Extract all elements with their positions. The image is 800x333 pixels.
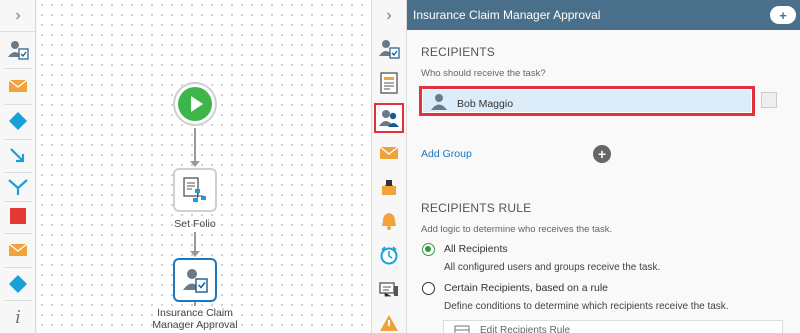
add-button[interactable]: +	[770, 6, 796, 24]
user-task-icon	[183, 269, 208, 293]
diamond-icon[interactable]	[6, 109, 30, 133]
rule-hint: Add logic to determine who receives the …	[421, 224, 613, 235]
email-icon[interactable]	[6, 238, 30, 262]
actions-icon[interactable]	[374, 172, 404, 202]
warning-icon[interactable]	[374, 308, 404, 333]
user-task-label-line2: Manager Approval	[152, 319, 238, 331]
user-task-label: Insurance Claim Manager Approval	[135, 307, 255, 331]
rule-title: RECIPIENTS RULE	[421, 201, 532, 215]
panel-header: Insurance Claim Manager Approval +	[407, 0, 800, 30]
recipient-name: Bob Maggio	[457, 98, 514, 110]
stop-icon[interactable]	[6, 204, 30, 228]
notification-icon[interactable]	[374, 138, 404, 168]
user-task-icon[interactable]	[6, 38, 30, 62]
toolbox: › i	[0, 0, 36, 333]
email-icon[interactable]	[6, 74, 30, 98]
all-recipients-desc: All configured users and groups receive …	[444, 262, 661, 273]
play-icon	[178, 87, 212, 121]
recipient-edit-box[interactable]	[761, 92, 777, 108]
all-recipients-radio[interactable]	[422, 243, 435, 256]
certain-recipients-radio[interactable]	[422, 282, 435, 295]
recipient-row[interactable]: Bob Maggio	[419, 86, 755, 116]
chevron-right-icon[interactable]: ›	[0, 0, 36, 32]
all-recipients-label: All Recipients	[444, 243, 508, 255]
timer-icon[interactable]	[374, 240, 404, 270]
reference-icon[interactable]	[374, 274, 404, 304]
properties-panel: Insurance Claim Manager Approval + RECIP…	[407, 0, 800, 333]
start-node[interactable]	[173, 82, 217, 126]
recipients-icon[interactable]	[374, 103, 404, 133]
workflow-canvas[interactable]: Set Folio Insurance Claim Manager Approv…	[37, 0, 371, 333]
panel-title: Insurance Claim Manager Approval	[413, 8, 601, 22]
chevron-right-icon[interactable]: ›	[372, 0, 406, 32]
user-task-label-line1: Insurance Claim	[157, 307, 233, 319]
form-icon[interactable]	[374, 68, 404, 98]
merge-icon[interactable]	[6, 175, 30, 199]
add-group-link[interactable]: Add Group	[421, 148, 472, 160]
branch-icon[interactable]	[6, 144, 30, 168]
rule-icon	[454, 325, 470, 333]
property-rail: ›	[371, 0, 407, 333]
certain-recipients-label: Certain Recipients, based on a rule	[444, 282, 609, 294]
alerts-icon[interactable]	[374, 206, 404, 236]
set-folio-node[interactable]	[173, 168, 217, 212]
set-folio-icon	[183, 177, 206, 202]
recipients-hint: Who should receive the task?	[421, 68, 546, 79]
user-icon	[431, 94, 447, 110]
plus-circle-icon[interactable]: +	[593, 145, 611, 163]
user-task-node[interactable]	[173, 258, 217, 302]
task-properties-icon[interactable]	[374, 34, 404, 64]
diamond-icon[interactable]	[6, 272, 30, 296]
edit-rule-button[interactable]: Edit Recipients Rule	[443, 320, 783, 333]
certain-recipients-desc: Define conditions to determine which rec…	[444, 301, 729, 312]
set-folio-label: Set Folio	[174, 218, 216, 230]
info-icon[interactable]: i	[6, 305, 30, 329]
edit-rule-label: Edit Recipients Rule	[480, 325, 571, 333]
recipients-title: RECIPIENTS	[421, 45, 496, 59]
